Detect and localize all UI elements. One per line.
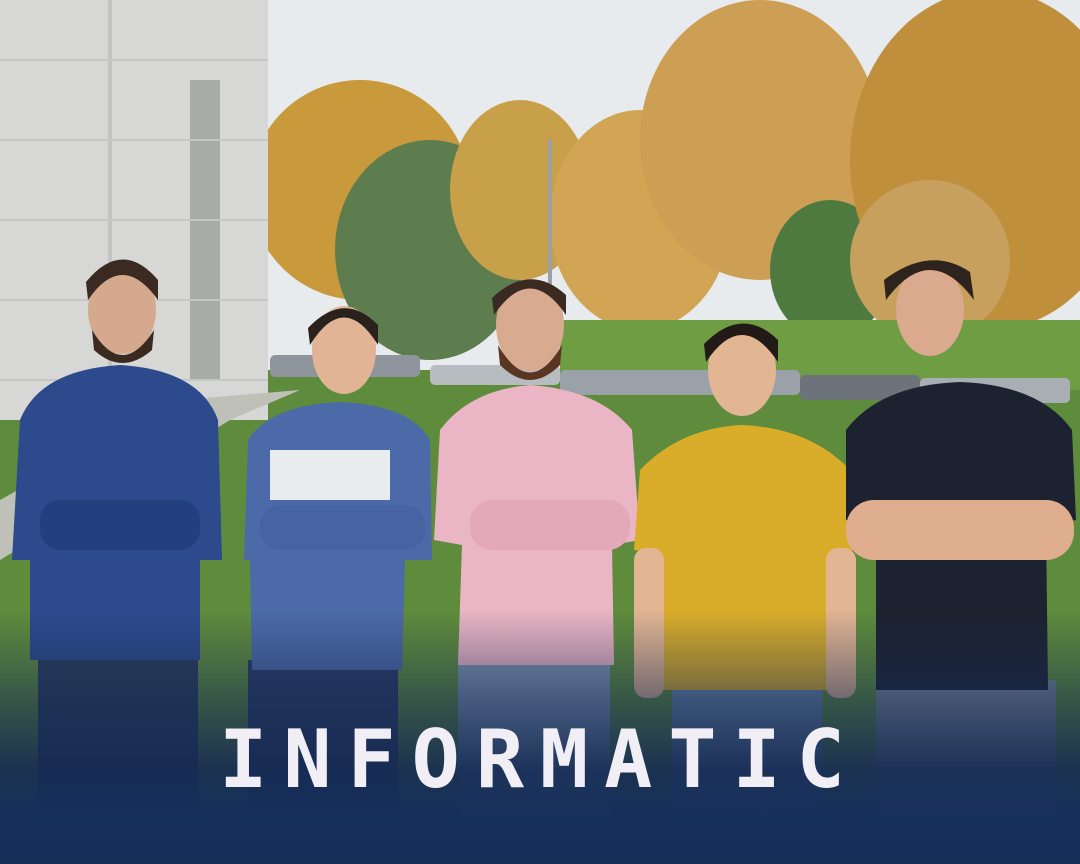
hero-photo-banner: INFORMATIC — [0, 0, 1080, 864]
headline-title: INFORMATIC — [219, 713, 861, 806]
